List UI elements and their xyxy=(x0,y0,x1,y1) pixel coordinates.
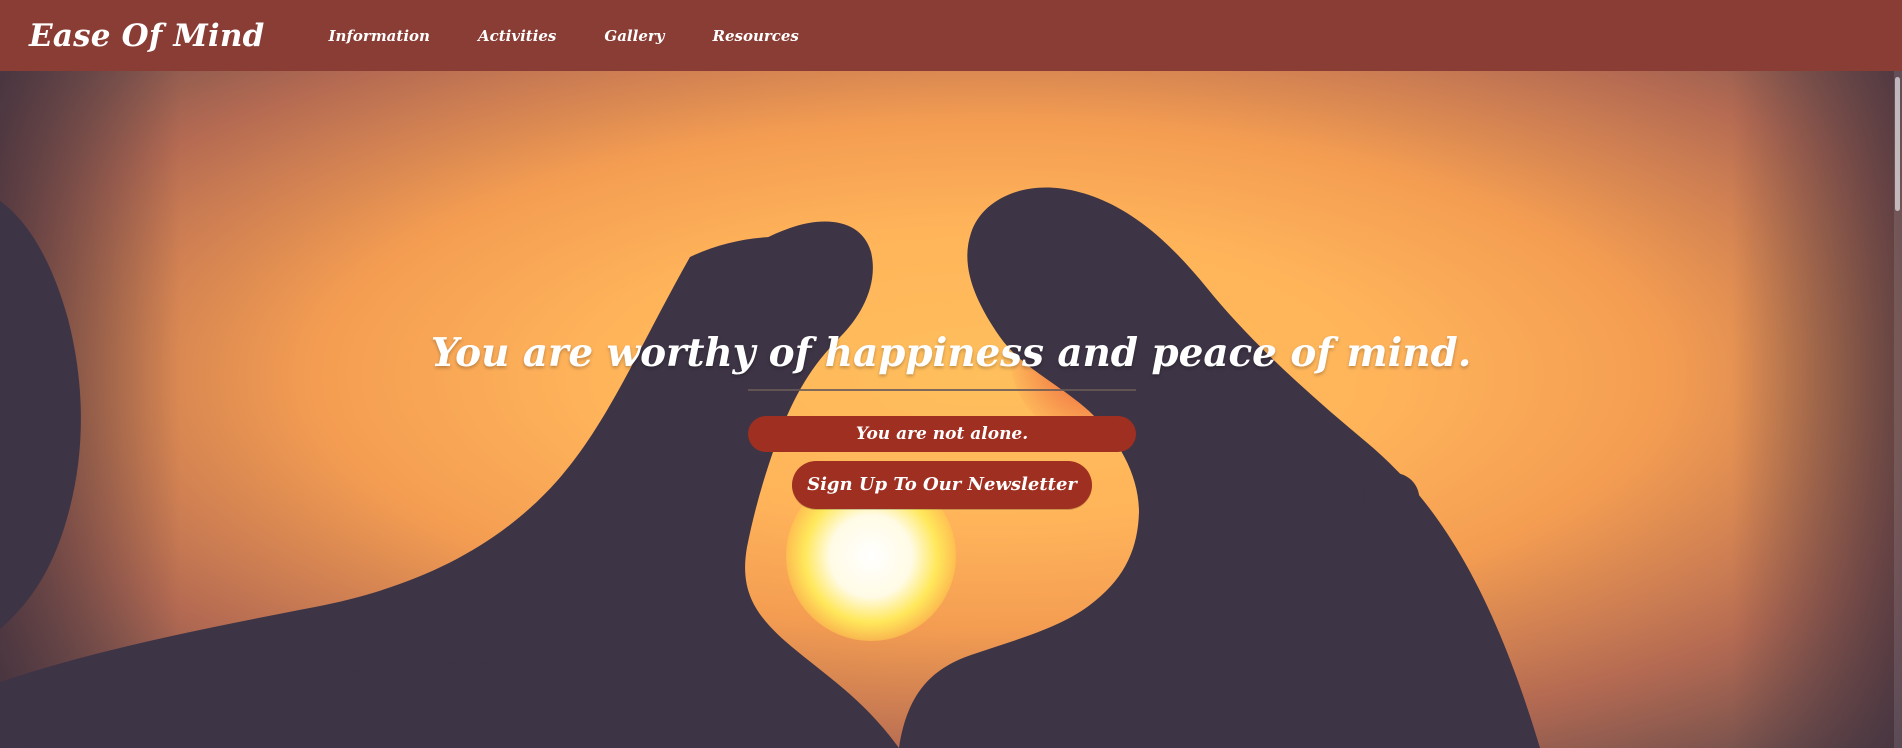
top-navbar: Ease Of Mind Information Activities Gall… xyxy=(0,0,1902,71)
nav-activities-link[interactable]: Activities xyxy=(478,27,556,45)
brand-logo-link[interactable]: Ease Of Mind xyxy=(29,18,265,54)
headline-divider xyxy=(748,389,1136,391)
main-navigation: Information Activities Gallery Resources xyxy=(329,27,847,45)
scrollbar-thumb[interactable] xyxy=(1895,77,1900,211)
newsletter-signup-button[interactable]: Sign Up To Our Newsletter xyxy=(792,461,1092,509)
nav-information-link[interactable]: Information xyxy=(329,27,430,45)
page-scrollbar[interactable] xyxy=(1894,71,1902,748)
nav-resources-link[interactable]: Resources xyxy=(712,27,798,45)
support-message-pill: You are not alone. xyxy=(748,416,1136,452)
hero-headline: You are worthy of happiness and peace of… xyxy=(430,330,1472,377)
hero-content: You are worthy of happiness and peace of… xyxy=(0,71,1902,748)
landing-page: Ease Of Mind Information Activities Gall… xyxy=(0,0,1902,748)
nav-gallery-link[interactable]: Gallery xyxy=(604,27,664,45)
